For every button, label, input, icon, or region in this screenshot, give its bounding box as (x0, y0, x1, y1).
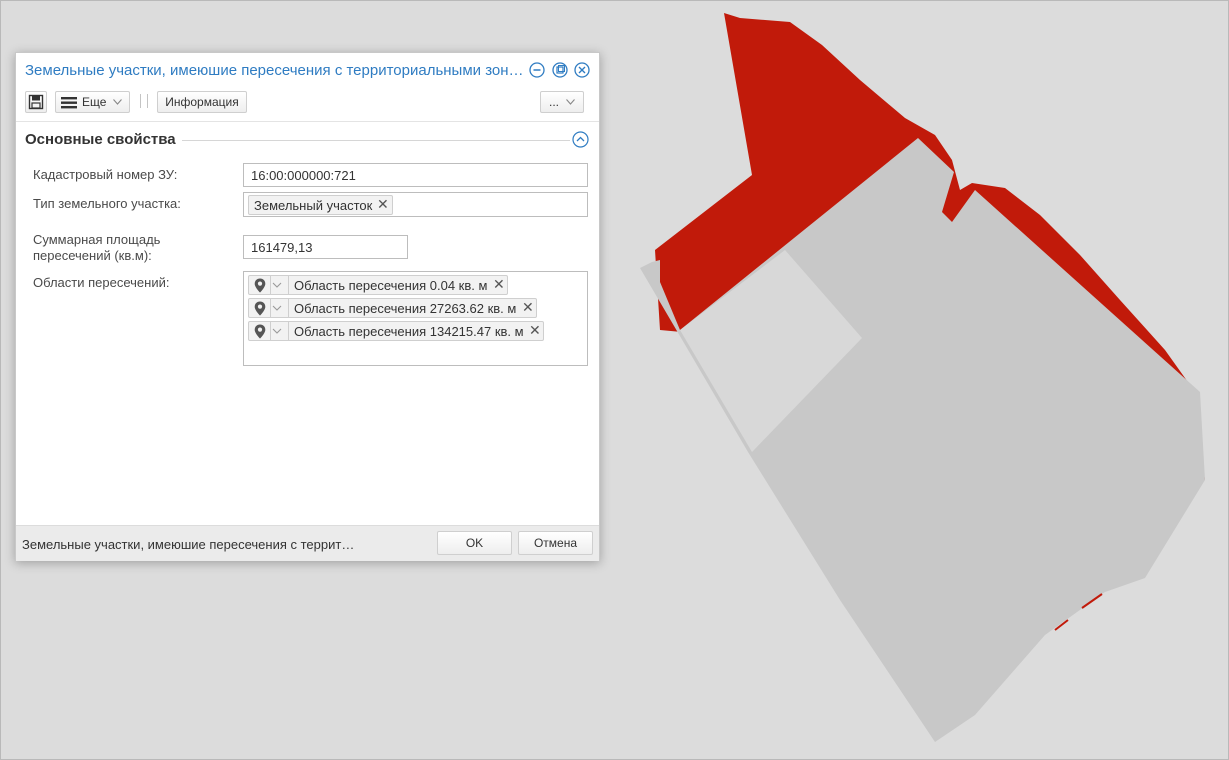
close-icon[interactable] (574, 62, 590, 78)
restore-icon[interactable] (552, 62, 568, 78)
remove-tag-icon[interactable]: ✕ (377, 196, 389, 213)
tag-divider (270, 276, 271, 294)
toolbar-border (16, 121, 599, 122)
area-label-line1: Суммарная площадь (33, 232, 161, 247)
section-title: Основные свойства (25, 131, 176, 148)
chevron-down-icon[interactable] (272, 281, 282, 289)
region-tag: Область пересечения 27263.62 кв. м ✕ (248, 298, 537, 318)
area-label: Суммарная площадь пересечений (кв.м): (33, 232, 160, 264)
save-icon (28, 94, 44, 110)
region-tag-label: Область пересечения 0.04 кв. м (294, 278, 488, 293)
remove-tag-icon[interactable]: ✕ (529, 322, 541, 339)
parcel-type-label: Тип земельного участка: (33, 196, 181, 211)
footer-status-text: Земельные участки, имеюшие пересечения с… (22, 537, 355, 552)
more-menu-label: Еще (82, 95, 107, 109)
regions-label: Области пересечений: (33, 275, 170, 290)
area-field[interactable]: 161479,13 (243, 235, 408, 259)
dots-label: ... (548, 95, 559, 109)
tag-divider (288, 322, 289, 340)
tag-divider (288, 299, 289, 317)
map-pin-icon[interactable] (254, 278, 266, 293)
chevron-down-icon[interactable] (272, 327, 282, 335)
chevron-down-icon[interactable] (272, 304, 282, 312)
toolbar-divider (140, 94, 141, 108)
area-value: 161479,13 (251, 240, 313, 255)
parcel-type-field[interactable]: Земельный участок ✕ (243, 192, 588, 217)
dialog-title: Земельные участки, имеюшие пересечения с… (25, 62, 524, 79)
tag-divider (270, 322, 271, 340)
regions-field[interactable]: Область пересечения 0.04 кв. м ✕ Область… (243, 271, 588, 366)
minimize-icon[interactable] (529, 62, 545, 78)
remove-tag-icon[interactable]: ✕ (522, 299, 534, 316)
more-menu-button[interactable]: Еще (55, 91, 130, 113)
area-label-line2: пересечений (кв.м): (33, 248, 152, 263)
region-tag-label: Область пересечения 134215.47 кв. м (294, 324, 524, 339)
cancel-button[interactable]: Отмена (518, 531, 593, 555)
cadastral-number-field[interactable]: 16:00:000000:721 (243, 163, 588, 187)
parcel-type-tag-label: Земельный участок (254, 198, 373, 213)
collapse-icon[interactable] (572, 131, 589, 148)
remove-tag-icon[interactable]: ✕ (493, 276, 505, 293)
map-pin-icon[interactable] (254, 324, 266, 339)
ok-button-label: OK (465, 536, 484, 550)
ok-button[interactable]: OK (437, 531, 512, 555)
tag-divider (270, 299, 271, 317)
cancel-button-label: Отмена (533, 536, 578, 550)
dialog-toolbar: Еще Информация ... (16, 89, 599, 117)
save-button[interactable] (25, 91, 47, 113)
tag-divider (288, 276, 289, 294)
region-tag: Область пересечения 0.04 кв. м ✕ (248, 275, 508, 295)
menu-icon (61, 96, 77, 108)
cadastral-number-label: Кадастровый номер ЗУ: (33, 167, 178, 182)
chevron-down-icon (566, 99, 575, 105)
cadastral-number-value: 16:00:000000:721 (251, 168, 356, 183)
parcel-type-tag: Земельный участок ✕ (248, 195, 393, 215)
section-divider (182, 140, 570, 141)
dots-menu-button[interactable]: ... (540, 91, 584, 113)
info-button[interactable]: Информация (157, 91, 247, 113)
map-pin-icon[interactable] (254, 301, 266, 316)
info-button-label: Информация (165, 95, 239, 109)
toolbar-divider (147, 94, 148, 108)
properties-dialog: Земельные участки, имеюшие пересечения с… (15, 52, 600, 561)
dialog-titlebar[interactable]: Земельные участки, имеюшие пересечения с… (16, 53, 599, 87)
region-tag-label: Область пересечения 27263.62 кв. м (294, 301, 517, 316)
chevron-down-icon (113, 99, 123, 105)
dialog-footer: Земельные участки, имеюшие пересечения с… (16, 525, 599, 561)
region-tag: Область пересечения 134215.47 кв. м ✕ (248, 321, 544, 341)
